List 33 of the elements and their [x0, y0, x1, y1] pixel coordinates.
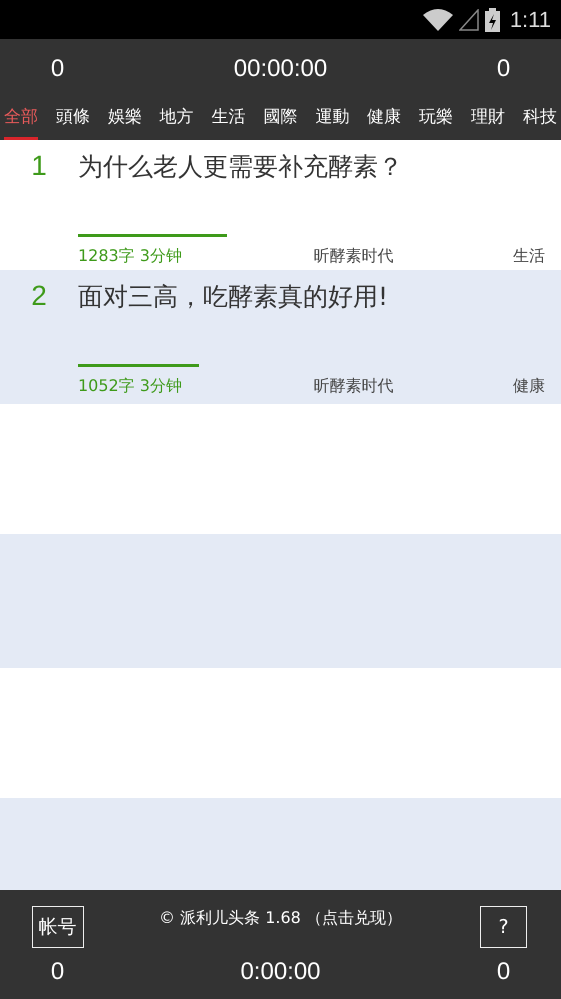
category-tab[interactable]: 生活 — [212, 98, 246, 140]
count-label: 0 — [496, 54, 512, 82]
status-time: 1:11 — [510, 6, 551, 32]
article-category: 生活 — [513, 246, 545, 267]
article-source: 昕酵素时代 — [314, 376, 394, 397]
count-label: 0 — [496, 958, 510, 987]
copyright-link[interactable]: © 派利儿头条 1.68 （点击兑现） — [159, 908, 402, 929]
rank-number: 2 — [31, 280, 47, 312]
category-tab[interactable]: 健康 — [367, 98, 402, 140]
wifi-icon — [422, 8, 453, 30]
timer-label: 00:00:00 — [232, 54, 328, 82]
article-title[interactable]: 面对三高，吃酵素真的好用! — [78, 280, 545, 348]
category-tab[interactable]: 科技 — [522, 98, 557, 140]
article-category: 健康 — [513, 376, 545, 397]
category-tab[interactable]: 玩樂 — [419, 98, 454, 140]
article-source: 昕酵素时代 — [314, 246, 394, 267]
word-count: 1052字 3分钟 — [78, 376, 183, 397]
account-button[interactable]: 帐号 — [32, 906, 84, 948]
category-tab[interactable]: 娛樂 — [108, 98, 142, 140]
category-tab[interactable]: 頭條 — [56, 98, 90, 140]
battery-icon — [484, 8, 500, 32]
rank-number: 1 — [31, 150, 47, 182]
category-tab[interactable]: 國際 — [263, 98, 298, 140]
count-label: 0 — [50, 958, 64, 987]
help-button[interactable]: ? — [480, 906, 527, 948]
category-tab[interactable]: 理財 — [471, 98, 506, 140]
count-label: 0 — [50, 54, 66, 82]
category-tab[interactable]: 地方 — [160, 98, 194, 140]
article-title[interactable]: 为什么老人更需要补充酵素？ — [78, 150, 545, 218]
word-count: 1283字 3分钟 — [78, 246, 183, 267]
timer-label: 0:00:00 — [240, 958, 321, 987]
category-tab[interactable]: 運動 — [315, 98, 350, 140]
signal-icon — [458, 8, 479, 30]
